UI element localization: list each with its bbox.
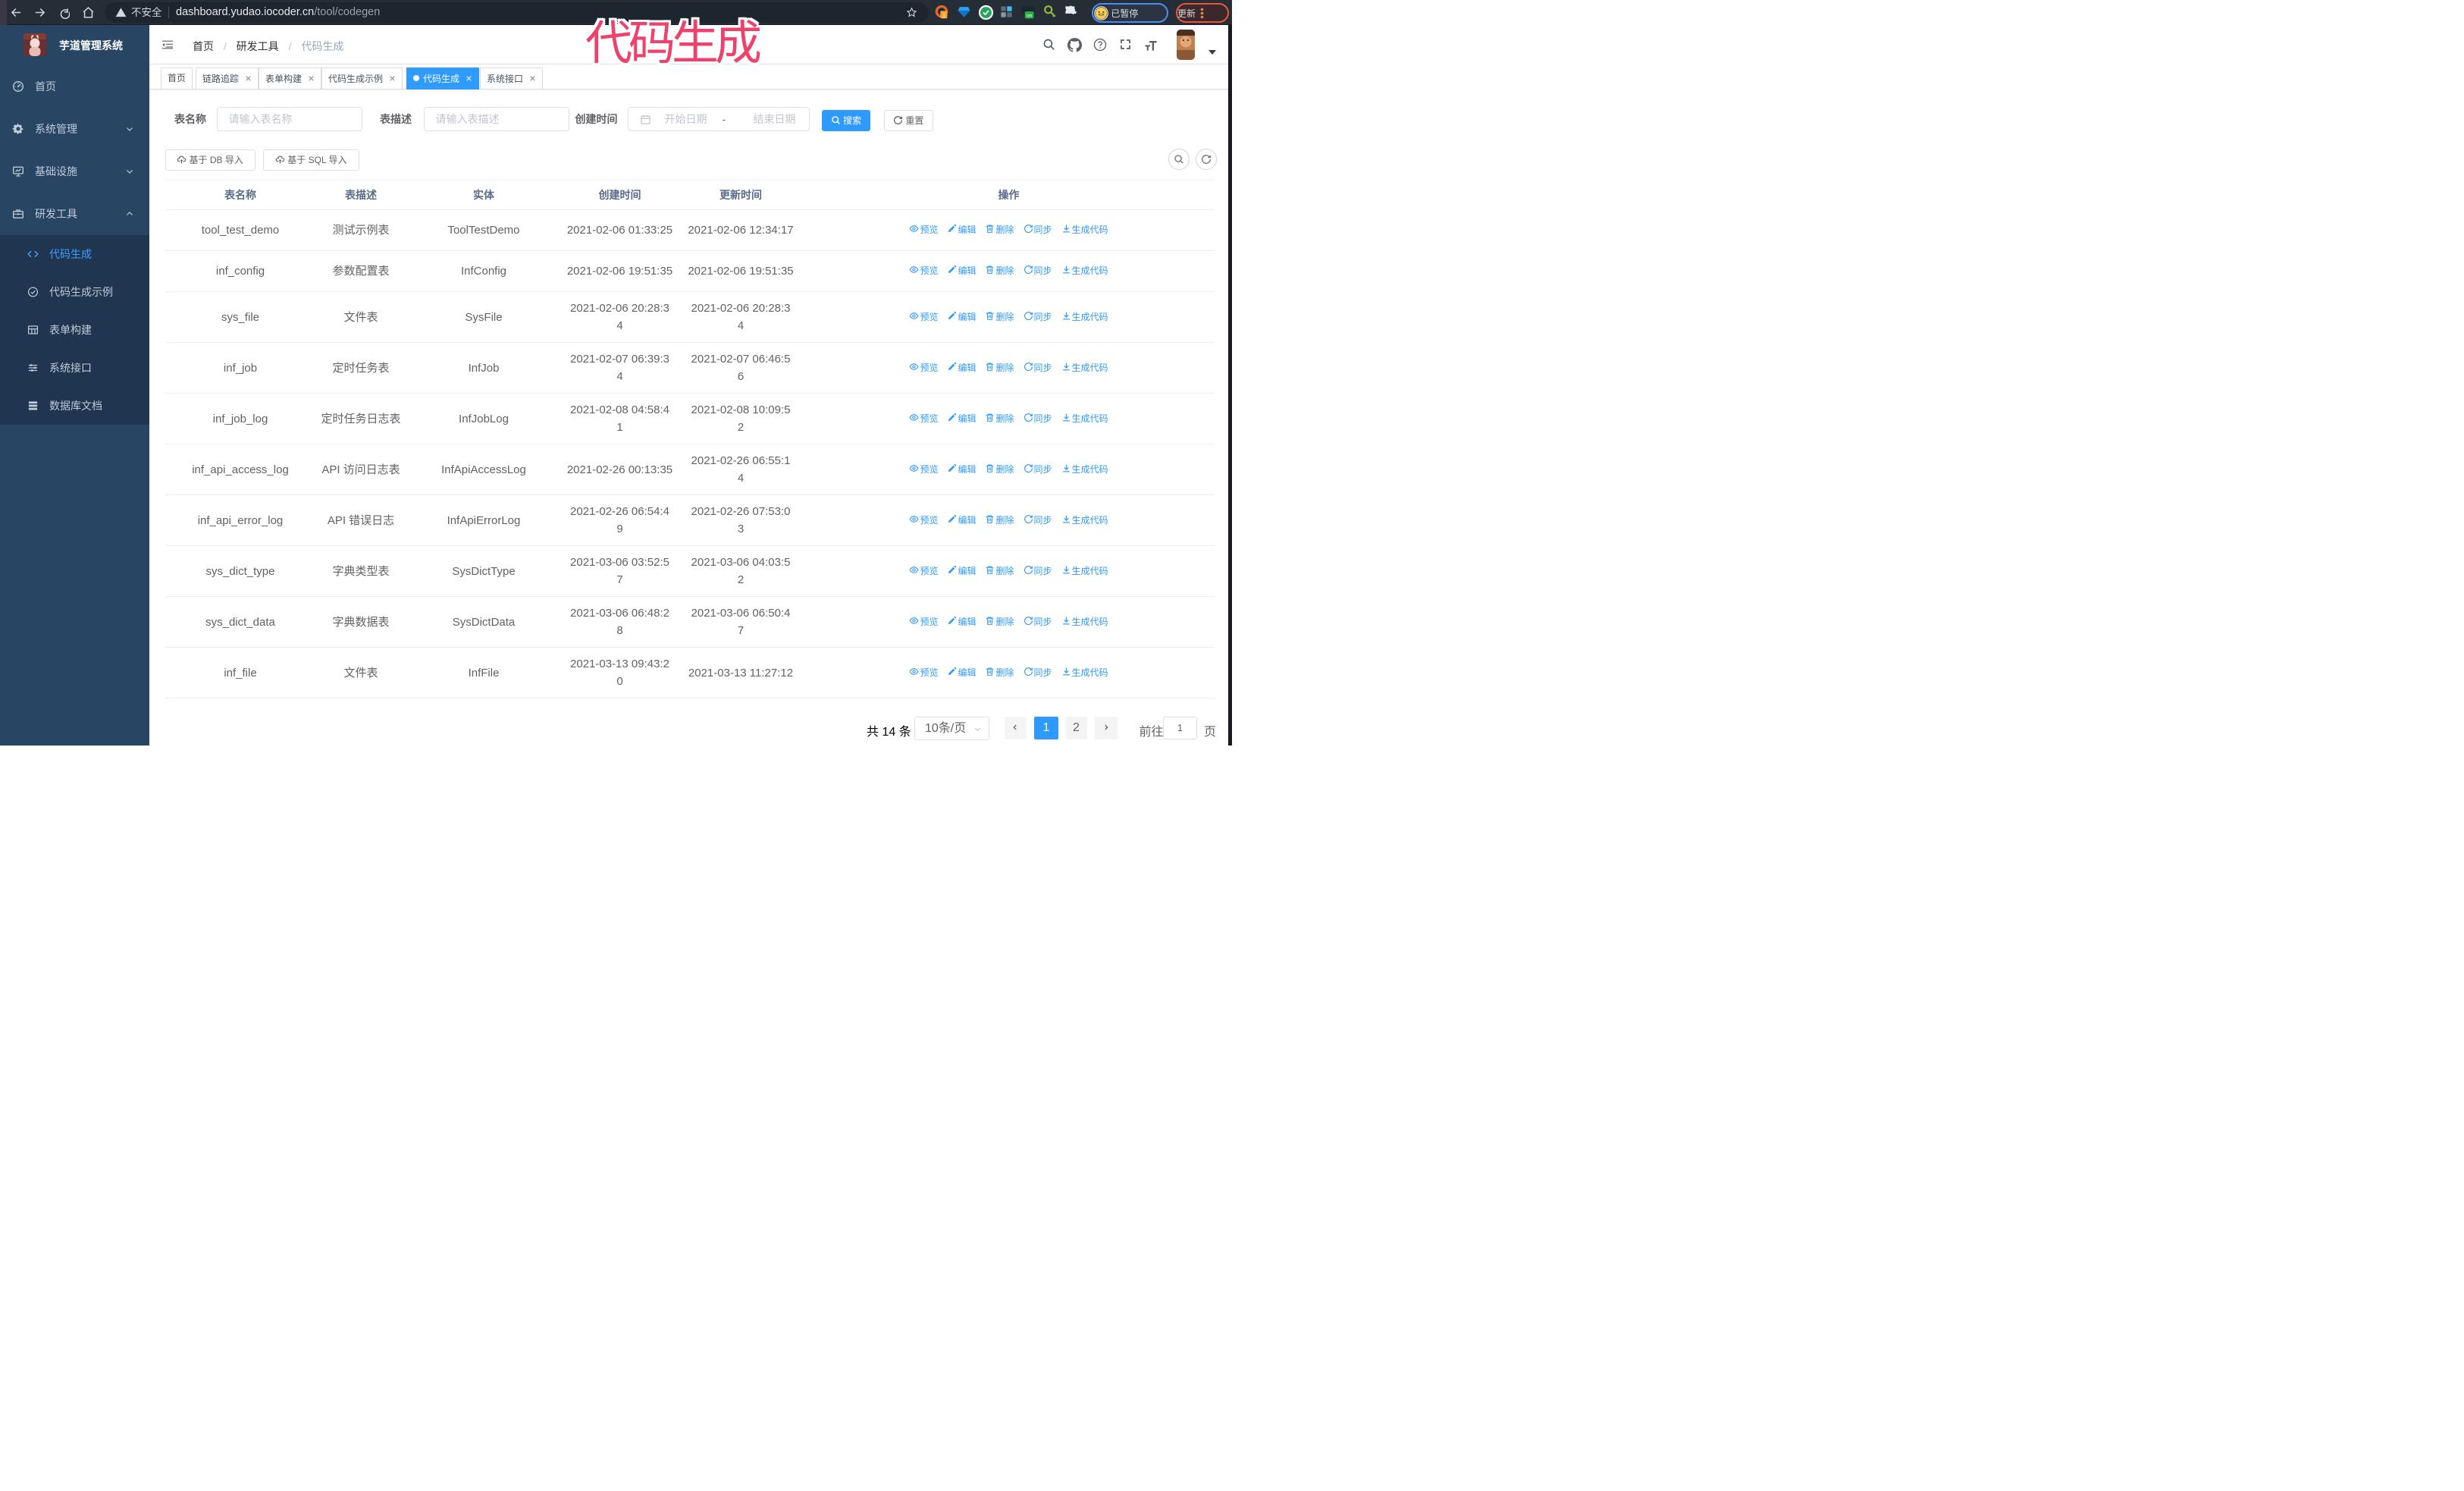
svg-text:on: on [1027, 13, 1033, 18]
svg-text:1: 1 [942, 11, 945, 18]
